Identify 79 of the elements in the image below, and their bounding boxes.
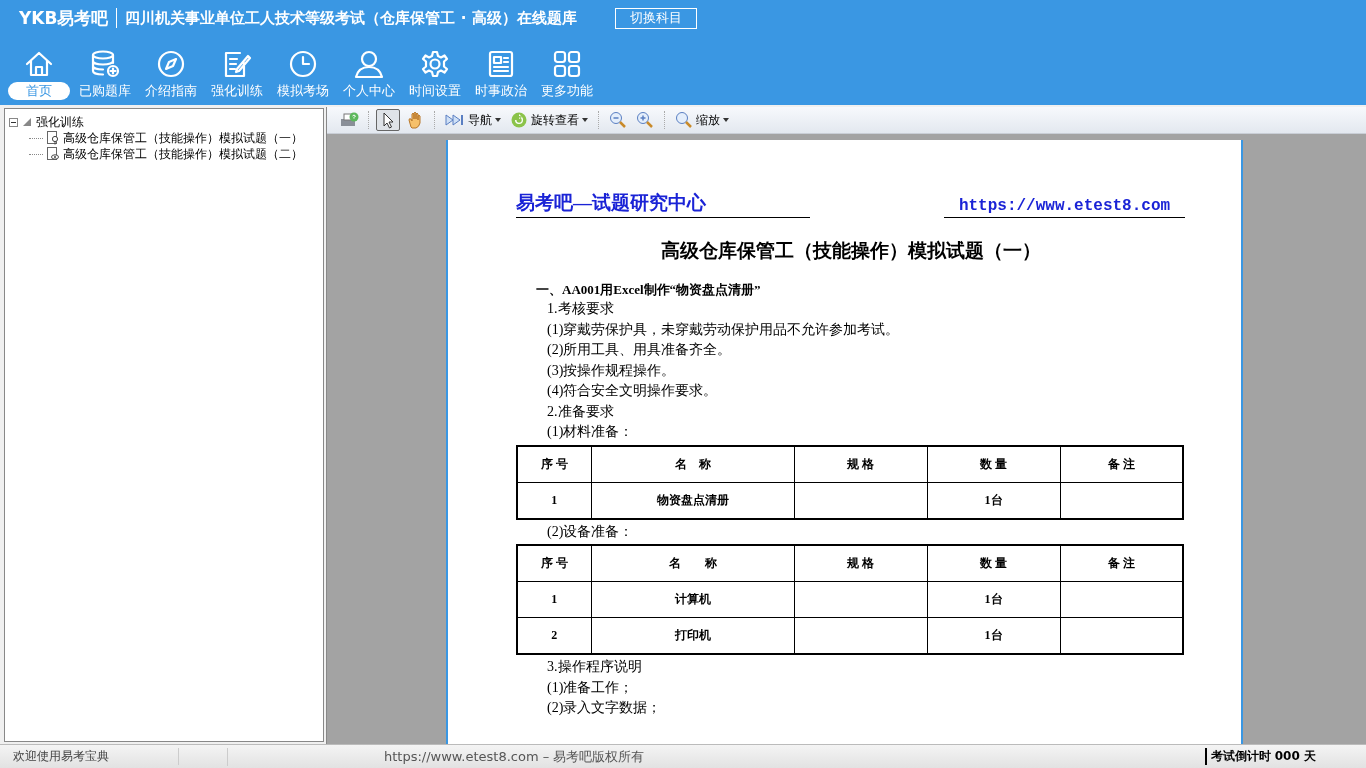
document-line: (1)穿戴劳保护具，未穿戴劳动保护用品不允许参加考试。 [547,320,901,339]
column-header: 序 号 [540,456,568,471]
compass-icon [156,49,186,79]
document-eye-icon [47,147,59,161]
app-logo: YKB易考吧 [19,8,118,28]
document-pin-icon [47,131,59,145]
column-header: 名 称 [668,556,717,570]
edit-icon [222,49,252,79]
folder-triangle-icon [22,117,32,127]
table-cell: 1台 [984,592,1003,606]
menu-button[interactable]: 旋转查看 [507,111,591,129]
column-header: 规 格 [847,556,874,570]
document-line: 3.操作程序说明 [547,658,643,676]
gear-icon [420,49,450,79]
column-header: 序 号 [540,556,568,570]
caret-icon [495,118,501,122]
table-cell: 打印机 [674,628,711,642]
nav-tab[interactable]: 时间设置 [404,82,466,100]
pointer-tool-button[interactable] [376,109,400,131]
column-header: 名 称 [674,456,711,471]
nav-tab[interactable]: 介绍指南 [140,82,202,100]
column-header: 数 量 [980,456,1007,471]
document-line: (3)按操作规程操作。 [547,361,677,380]
grid-icon [552,49,582,79]
user-icon [354,49,384,79]
newspaper-icon [486,49,516,79]
table-cell: 计算机 [674,592,711,606]
welcome-text: 欢迎使用易考宝典 [0,748,179,765]
caret-icon [723,118,729,122]
column-header: 备 注 [1107,456,1135,471]
table-cell: 1台 [984,492,1003,507]
copyright-text: https://www.etest8.com – 易考吧版权所有 [384,748,645,764]
document-line: 2.准备要求 [547,402,615,421]
app-title: 四川机关事业单位工人技术等级考试（仓库保管工 · 高级）在线题库 [124,8,577,28]
column-header: 规 格 [847,456,874,471]
tree-item[interactable]: 高级仓库保管工（技能操作）模拟试题（一） [63,129,303,147]
table-cell: 2 [551,628,558,642]
nav-tab[interactable]: 模拟考场 [272,82,334,100]
table-cell: 1台 [984,628,1003,642]
table-cell: 1 [551,592,558,606]
table-cell: 物资盘点清册 [656,492,729,507]
menu-button[interactable]: 缩放 [672,111,732,129]
switch-subject-button[interactable]: 切换科目 [614,7,697,29]
pointer-icon [381,111,395,129]
column-header: 数 量 [980,556,1007,570]
tree-item[interactable]: 强化训练 [36,113,84,131]
tree-item[interactable]: 高级仓库保管工（技能操作）模拟试题（二） [63,145,303,163]
document-line: 1.考核要求 [547,300,615,318]
table-cell: 1 [551,492,558,507]
nav-tab[interactable]: 更多功能 [536,82,598,100]
section-heading: 一、AA001用Excel制作“物资盘点清册” [536,281,762,299]
nav-tab[interactable]: 强化训练 [206,82,268,100]
nav-tab[interactable]: 首页 [8,82,70,100]
exam-countdown: 考试倒计时 000 天 [1204,748,1366,765]
document-line: (1)材料准备： [547,423,635,441]
hand-icon [407,111,423,129]
search-icon [675,111,693,129]
document-line: (1)准备工作； [547,678,635,697]
column-header: 备 注 [1107,556,1135,570]
caret-icon [582,118,588,122]
document-line: (4)符合安全文明操作要求。 [547,382,719,400]
menu-button[interactable]: 导航 [442,111,504,129]
home-icon [24,49,54,79]
document-line: (2)所用工具、用具准备齐全。 [547,341,733,359]
document-line: (2)录入文字数据； [547,699,663,717]
clock-icon [288,49,318,79]
zoom-in-icon [636,111,654,129]
skip-forward-icon [445,113,465,127]
document-line: (2)设备准备： [547,522,635,541]
rotate-icon [510,111,528,129]
zoom-out-icon [609,111,627,129]
database-icon [90,49,120,79]
collapse-toggle-icon[interactable] [9,117,18,127]
nav-tab[interactable]: 已购题库 [74,82,136,100]
printer-icon [339,111,359,129]
nav-tab[interactable]: 个人中心 [338,82,400,100]
document-header: 易考吧—试题研究中心 [516,190,810,218]
document-title: 高级仓库保管工（技能操作）模拟试题（一） [659,239,1042,263]
nav-tab[interactable]: 时事政治 [470,82,532,100]
